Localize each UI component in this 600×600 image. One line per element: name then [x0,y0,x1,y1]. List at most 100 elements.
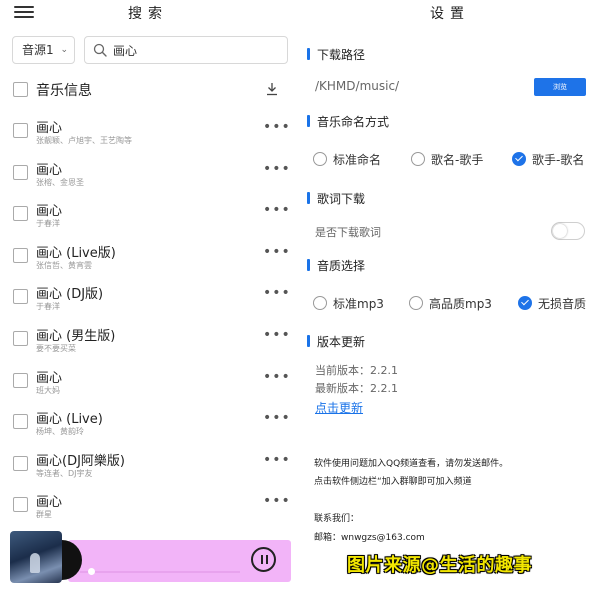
quality-heading: 音质选择 [307,257,365,274]
settings-page-title: 设置 [430,6,470,22]
player-bar[interactable] [10,531,291,583]
lyrics-toggle-label: 是否下载歌词 [315,226,381,239]
search-page-title: 搜索 [128,6,168,22]
more-options-icon[interactable]: ••• [263,161,291,177]
song-artist: 张靓颖、卢旭宇、王艺陶等 [36,136,132,145]
chevron-down-icon: ⌄ [60,45,68,55]
song-list: 画心 张靓颖、卢旭宇、王艺陶等 ••• 画心 张榕、金恩圣 ••• 画心 于春洋 ••• 画心 (… [0,114,296,530]
search-box[interactable] [84,36,288,64]
download-path-value: /KHMD/music/ [315,79,400,93]
radio-icon [409,296,423,310]
radio-icon [313,296,327,310]
song-checkbox[interactable] [13,247,28,263]
song-row[interactable]: 画心 班大妈 ••• [0,364,296,406]
song-checkbox[interactable] [13,330,28,346]
song-title: 画心 [36,370,63,386]
song-checkbox[interactable] [13,123,28,138]
song-artist: 群星 [36,510,52,520]
info-line-1: 软件使用问题加入QQ频道查看，请勿发送邮件。 [314,459,509,469]
song-title: 画心 [36,121,63,136]
song-row[interactable]: 画心(DJ阿樂版) 等连者、DJ宇友 ••• [0,447,296,489]
radio-label: 标准命名 [333,153,382,167]
song-artist: 于春洋 [36,219,60,229]
update-link[interactable]: 点击更新 [315,399,363,416]
song-title: 画心 [36,495,63,511]
song-artist: 等连者、DJ宇友 [36,468,93,478]
radio-checked-icon [512,152,526,166]
song-title: 画心(DJ阿樂版) [36,453,125,469]
naming-heading: 音乐命名方式 [307,113,389,130]
song-title: 画心 [36,204,63,220]
search-icon [93,43,107,57]
source-select[interactable]: 音源1 ⌄ [12,36,75,64]
radio-label: 标准mp3 [333,297,384,311]
song-checkbox[interactable] [13,164,28,180]
more-options-icon[interactable]: ••• [263,119,291,135]
contact-email: 邮箱：wnwgzs@163.com [314,533,425,543]
current-version: 当前版本：2.2.1 [315,364,398,377]
info-line-2: 点击软件侧边栏“加入群聊即可加入频道 [314,477,472,487]
more-options-icon[interactable]: ••• [263,452,291,468]
song-row[interactable]: 画心 (Live) 杨坤、黄韵玲 ••• [0,405,296,447]
song-row[interactable]: 画心 于春洋 ••• [0,197,296,239]
song-checkbox[interactable] [13,206,28,222]
latest-version: 最新版本：2.2.1 [315,382,398,395]
settings-panel: 设置 下载路径 /KHMD/music/ 浏览 音乐命名方式 标准命名 歌名-歌… [300,0,600,600]
song-artist: 要不要买菜 [36,343,76,353]
lyrics-toggle[interactable] [551,222,585,240]
progress-track[interactable] [80,571,240,573]
download-icon[interactable] [266,82,278,96]
more-options-icon[interactable]: ••• [263,369,291,385]
song-checkbox[interactable] [13,414,28,430]
song-row[interactable]: 画心 (DJ版) 于春洋 ••• [0,280,296,322]
radio-icon [313,152,327,166]
more-options-icon[interactable]: ••• [263,493,291,509]
search-panel: 搜索 音源1 ⌄ 音乐信息 画心张靓颖、卢旭宇、王艺陶等•••画心张榕、金恩圣•… [0,0,296,600]
song-row[interactable]: 画心 (Live版) 张信哲、黄宵雲 ••• [0,239,296,281]
source-select-value: 音源1 [22,43,54,57]
select-all-checkbox[interactable] [13,82,28,97]
song-list-header: 音乐信息 [0,78,296,102]
search-input[interactable] [113,41,283,60]
version-heading: 版本更新 [307,333,365,350]
contact-label: 联系我们： [314,514,360,524]
radio-label: 无损音质 [538,297,587,311]
song-artist: 杨坤、黄韵玲 [36,427,84,437]
song-title: 画心 [36,162,63,178]
song-row[interactable]: 画心 张靓颖、卢旭宇、王艺陶等 ••• [0,114,296,156]
music-info-label: 音乐信息 [36,83,92,99]
song-row[interactable]: 画心 张榕、金恩圣 ••• [0,156,296,198]
song-row[interactable]: 画心 群星 ••• [0,488,296,530]
song-title: 画心 (Live版) [36,245,116,261]
more-options-icon[interactable]: ••• [263,244,291,260]
radio-label: 歌名-歌手 [431,153,484,167]
radio-label: 歌手-歌名 [532,153,585,167]
song-title: 画心 (男生版) [36,328,116,344]
song-title: 画心 (DJ版) [36,287,104,303]
more-options-icon[interactable]: ••• [263,202,291,218]
song-artist: 班大妈 [36,385,60,395]
song-checkbox[interactable] [13,372,28,388]
more-options-icon[interactable]: ••• [263,410,291,426]
song-artist: 张信哲、黄宵雲 [36,260,92,270]
more-options-icon[interactable]: ••• [263,327,291,343]
radio-label: 高品质mp3 [429,297,492,311]
song-artist: 张榕、金恩圣 [36,177,84,187]
progress-knob[interactable] [88,568,95,575]
song-checkbox[interactable] [13,289,28,305]
lyrics-heading: 歌词下载 [307,190,365,207]
pause-button[interactable] [251,547,276,572]
pause-icon [261,555,263,564]
radio-checked-icon [518,296,532,310]
watermark-text: 图片来源@生活的趣事 [347,555,532,576]
song-title: 画心 (Live) [36,412,103,428]
song-checkbox[interactable] [13,455,28,471]
radio-icon [411,152,425,166]
more-options-icon[interactable]: ••• [263,285,291,301]
album-cover[interactable] [10,531,62,583]
browse-button[interactable]: 浏览 [534,78,586,96]
download-path-heading: 下载路径 [307,46,365,63]
song-artist: 于春洋 [36,302,60,312]
song-row[interactable]: 画心 (男生版) 要不要买菜 ••• [0,322,296,364]
song-checkbox[interactable] [13,497,28,513]
